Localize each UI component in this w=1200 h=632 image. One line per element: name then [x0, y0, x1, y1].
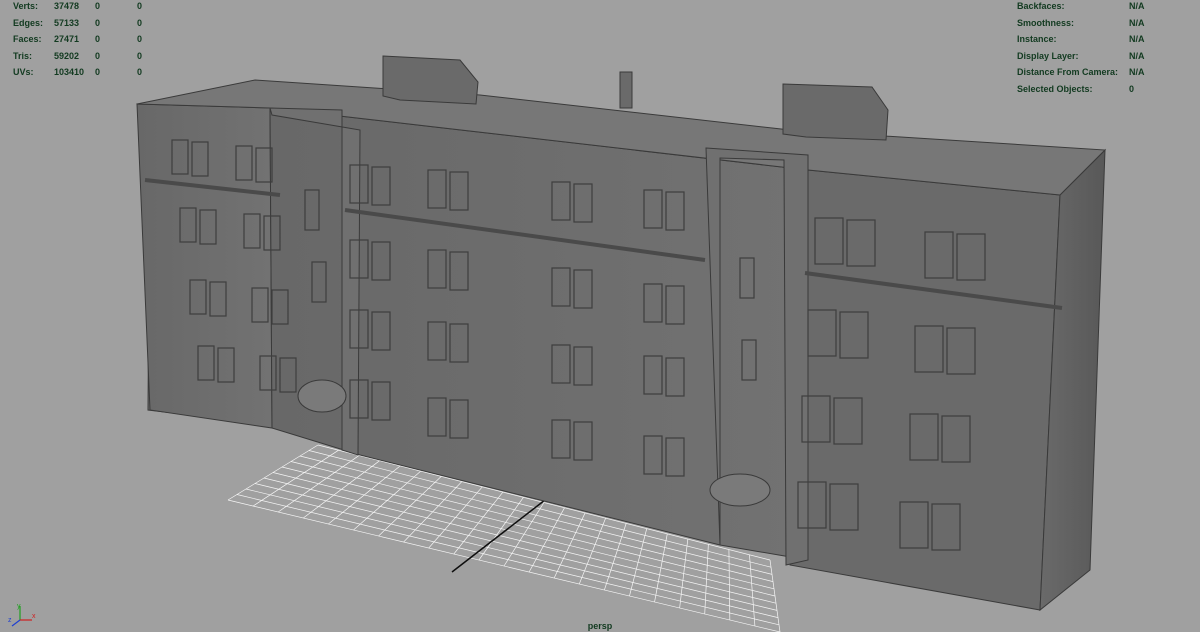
- poly-count-row: Edges: 57133 0 0: [13, 15, 153, 32]
- poly-count-value: 0: [137, 17, 143, 28]
- object-details-label: Backfaces:: [1017, 1, 1065, 11]
- building-model[interactable]: [136, 55, 1107, 612]
- awning-left: [297, 379, 347, 413]
- axis-y-label: y: [17, 603, 21, 610]
- poly-count-label: UVs:: [13, 67, 34, 77]
- poly-count-value: 0: [137, 67, 143, 77]
- object-details-value: N/A: [1129, 34, 1145, 44]
- object-details-label: Selected Objects:: [1017, 83, 1093, 94]
- object-details-value: N/A: [1129, 17, 1145, 28]
- poly-count-value: 0: [95, 34, 101, 44]
- poly-count-value: 37478: [54, 1, 80, 11]
- object-details-value: 0: [1129, 83, 1135, 94]
- object-details-value: N/A: [1129, 50, 1145, 61]
- poly-count-value: 0: [137, 34, 143, 44]
- poly-count-label: Verts:: [13, 1, 39, 11]
- roof-vent-left: [382, 55, 479, 105]
- poly-count-row: UVs: 103410 0 0: [13, 64, 153, 81]
- object-details-row: Backfaces: N/A: [1017, 0, 1197, 15]
- object-details-hud: Backfaces: N/A Smoothness: N/A Instance: N/A D…: [1017, 0, 1197, 97]
- poly-count-value: 0: [95, 50, 101, 61]
- object-details-row: Instance: N/A: [1017, 31, 1197, 48]
- poly-count-value: 0: [95, 67, 101, 77]
- poly-count-value: 0: [95, 17, 101, 28]
- object-details-value: N/A: [1129, 1, 1145, 11]
- poly-count-value: 27471: [54, 34, 80, 44]
- axis-x-label: x: [32, 613, 36, 620]
- roof-vent-right: [782, 83, 889, 141]
- awning-right: [709, 473, 771, 507]
- poly-count-label: Tris:: [13, 50, 33, 61]
- roof-chimney: [619, 71, 633, 109]
- object-details-label: Smoothness:: [1017, 17, 1075, 28]
- camera-name-label: persp: [587, 621, 613, 631]
- object-details-label: Instance:: [1017, 34, 1057, 44]
- poly-count-hud: Verts: 37478 0 0 Edges: 57133 0 0 Faces: 27471 0 0 T…: [13, 0, 153, 81]
- poly-count-value: 0: [95, 1, 101, 11]
- poly-count-row: Tris: 59202 0 0: [13, 48, 153, 65]
- poly-count-value: 59202: [54, 50, 80, 61]
- poly-count-value: 57133: [54, 17, 80, 28]
- perspective-viewport[interactable]: Verts: 37478 0 0 Edges: 57133 0 0 Faces: 27471 0 0 T…: [0, 0, 1200, 632]
- object-details-row: Selected Objects: 0: [1017, 81, 1197, 98]
- poly-count-row: Verts: 37478 0 0: [13, 0, 153, 15]
- object-details-row: Smoothness: N/A: [1017, 15, 1197, 32]
- object-details-row: Distance From Camera: N/A: [1017, 64, 1197, 81]
- poly-count-label: Faces:: [13, 34, 42, 44]
- object-details-value: N/A: [1129, 67, 1145, 77]
- object-details-label: Display Layer:: [1017, 50, 1079, 61]
- poly-count-value: 103410: [54, 67, 85, 77]
- object-details-label: Distance From Camera:: [1017, 67, 1119, 77]
- poly-count-row: Faces: 27471 0 0: [13, 31, 153, 48]
- poly-count-value: 0: [137, 1, 143, 11]
- poly-count-label: Edges:: [13, 17, 44, 28]
- poly-count-value: 0: [137, 50, 143, 61]
- object-details-row: Display Layer: N/A: [1017, 48, 1197, 65]
